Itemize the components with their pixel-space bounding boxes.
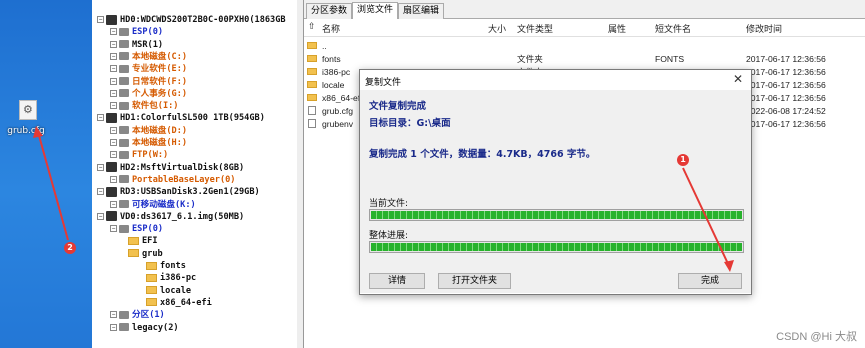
arrow-line-1	[682, 167, 731, 269]
annotation-badge-2: 2	[64, 242, 76, 254]
arrow-line-2	[37, 131, 69, 241]
annotation-arrows	[33, 126, 734, 272]
arrow-head-2	[33, 126, 43, 138]
watermark: CSDN @Hi 大叔	[776, 331, 857, 343]
arrow-head-1	[724, 260, 734, 272]
annotation-badge-1: 1	[677, 154, 689, 166]
